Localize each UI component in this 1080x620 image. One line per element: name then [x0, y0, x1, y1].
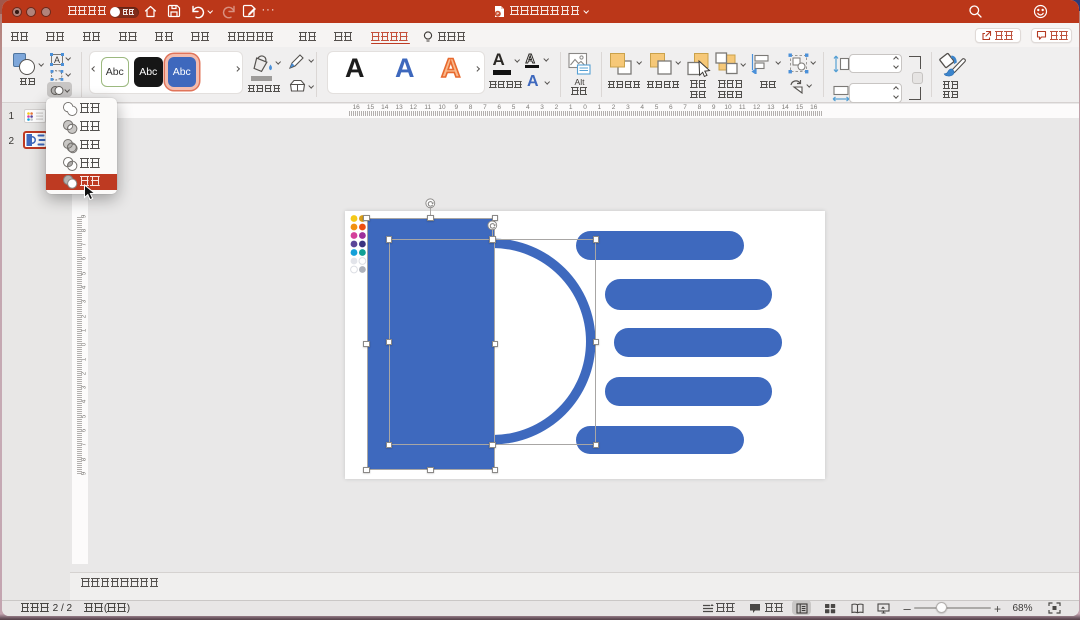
svg-text:P: P: [497, 12, 500, 16]
svg-text:A: A: [53, 55, 59, 65]
